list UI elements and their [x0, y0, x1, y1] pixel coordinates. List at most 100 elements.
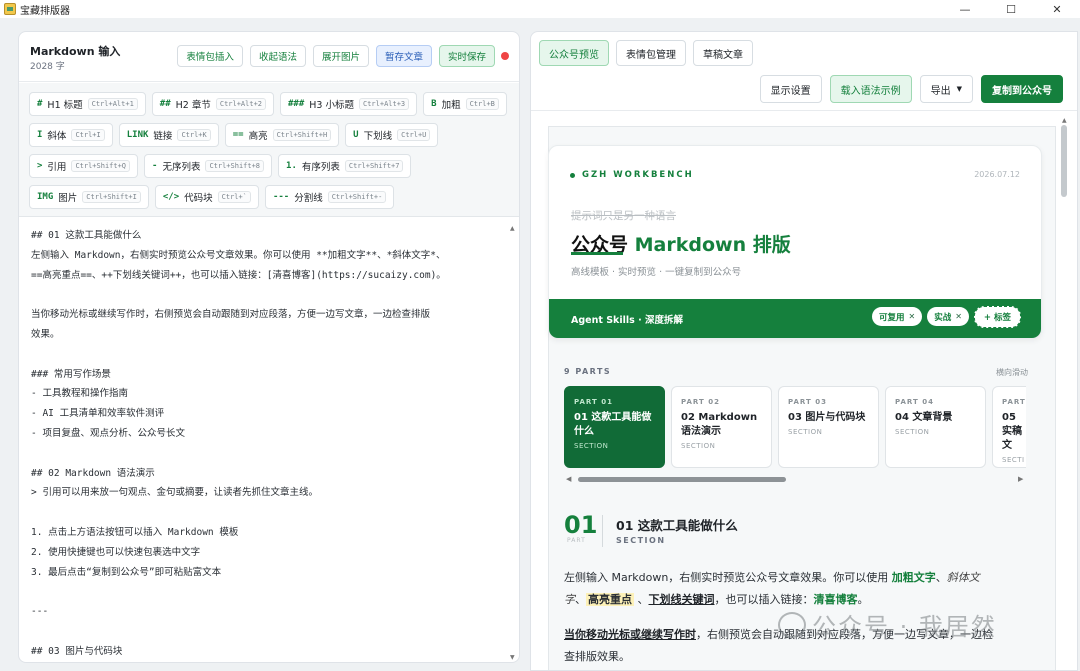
- editor-line: 效果。: [31, 328, 60, 340]
- syntax-h3-button[interactable]: ### H3 小标题 Ctrl+Alt+3: [280, 92, 418, 116]
- syntax-divider-button[interactable]: --- 分割线 Ctrl+Shift+-: [264, 185, 395, 209]
- part-title: 05 实稿文: [1002, 412, 1022, 451]
- part-number: PART 04: [895, 398, 934, 406]
- load-example-button[interactable]: 载入语法示例: [829, 75, 912, 103]
- display-settings-button[interactable]: 显示设置: [759, 75, 822, 103]
- preview-scrollbar-thumb[interactable]: [1061, 125, 1067, 197]
- part-card[interactable]: PART 05 实稿文 SECTI: [992, 386, 1026, 468]
- brand-dot: [570, 173, 575, 178]
- part-title: 04 文章背景: [895, 412, 953, 423]
- editor-line: 左侧输入 Markdown，右侧实时预览公众号文章效果。你可以使用 **加粗文字…: [31, 249, 446, 261]
- autosave-button[interactable]: 实时保存: [438, 45, 495, 67]
- shortcut-hint: Ctrl+B: [465, 98, 499, 110]
- syntax-codeblock-button[interactable]: </> 代码块 Ctrl+`: [154, 185, 259, 209]
- tab-wechat-preview[interactable]: 公众号预览: [539, 40, 609, 66]
- syntax-toolbar: # H1 标题 Ctrl+Alt+1 ## H2 章节 Ctrl+Alt+2 ### H3…: [19, 83, 519, 217]
- syntax-label: 加粗: [441, 100, 461, 111]
- syntax-image-button[interactable]: IMG 图片 Ctrl+Shift+I: [29, 185, 149, 209]
- parts-scrollbar-thumb[interactable]: [578, 477, 786, 482]
- parts-scroll-hint: 横向滑动: [996, 368, 1028, 377]
- syntax-quote-button[interactable]: > 引用 Ctrl+Shift+Q: [29, 154, 139, 178]
- remove-tag-icon[interactable]: ✕: [908, 312, 915, 321]
- syntax-h2-button[interactable]: ## H2 章节 Ctrl+Alt+2: [151, 92, 275, 116]
- shortcut-hint: Ctrl+Alt+1: [87, 98, 138, 110]
- part-card[interactable]: PART 01 01 这款工具能做什么 SECTION: [564, 386, 665, 468]
- italic-text-cont: 字: [564, 593, 575, 606]
- parts-count: 9 PARTS: [564, 367, 612, 376]
- text-run: 查排版效果。: [564, 650, 630, 663]
- syntax-highlight-button[interactable]: == 高亮 Ctrl+Shift+H: [224, 123, 340, 147]
- text-run: 、: [575, 593, 586, 606]
- tag-label: 可复用: [878, 312, 905, 323]
- syntax-label: 引用: [47, 162, 67, 173]
- add-tag-button[interactable]: + 标签: [973, 306, 1021, 328]
- close-button[interactable]: ✕: [1034, 0, 1080, 18]
- syntax-italic-button[interactable]: I 斜体 Ctrl+I: [29, 123, 113, 147]
- remove-tag-icon[interactable]: ✕: [955, 312, 962, 321]
- minimize-button[interactable]: —: [942, 0, 988, 18]
- editor-line: 当你移动光标或继续写作时，右侧预览会自动跟随到对应段落，方便一边写文章，一边检查…: [31, 309, 431, 321]
- part-section: SECTION: [788, 428, 823, 436]
- scroll-left-icon[interactable]: ◀: [566, 475, 571, 483]
- editor-line: 3. 最后点击“复制到公众号”即可粘贴富文本: [31, 566, 222, 578]
- text-run: 左侧输入 Markdown，右侧实时预览公众号文章效果。你可以使用: [564, 571, 892, 584]
- syntax-row: IMG 图片 Ctrl+Shift+I </> 代码块 Ctrl+` --- 分割线 Ctr…: [29, 185, 519, 209]
- part-number: PART 03: [788, 398, 827, 406]
- section-number: 01: [564, 511, 598, 539]
- tag-chip[interactable]: 实战 ✕: [927, 307, 969, 326]
- shortcut-hint: Ctrl+Shift+8: [205, 160, 265, 172]
- maximize-button[interactable]: ☐: [988, 0, 1034, 18]
- syntax-md-mark: I: [37, 130, 43, 140]
- blog-link[interactable]: 清喜博客: [814, 593, 858, 606]
- part-card[interactable]: PART 04 04 文章背景 SECTION: [885, 386, 986, 468]
- bold-text: 加粗文字: [891, 571, 936, 584]
- export-dropdown[interactable]: 导出 ▼: [919, 75, 973, 103]
- part-card[interactable]: PART 03 03 图片与代码块 SECTION: [778, 386, 879, 468]
- stash-article-button[interactable]: 暂存文章: [375, 45, 432, 67]
- shortcut-hint: Ctrl+Shift+H: [272, 129, 332, 141]
- shortcut-hint: Ctrl+Alt+2: [215, 98, 267, 110]
- tag-chip[interactable]: 可复用 ✕: [871, 307, 923, 326]
- syntax-md-mark: #: [37, 99, 43, 109]
- insert-emoji-button[interactable]: 表情包插入: [177, 45, 243, 67]
- syntax-bold-button[interactable]: B 加粗 Ctrl+B: [423, 92, 507, 116]
- input-title: Markdown 输入: [30, 45, 121, 58]
- syntax-md-mark: >: [37, 161, 43, 171]
- tab-emoji-manager[interactable]: 表情包管理: [616, 40, 686, 66]
- part-number: PART: [1002, 398, 1026, 406]
- scroll-down-icon[interactable]: ▼: [510, 654, 515, 661]
- input-header: Markdown 输入 2028 字 表情包插入 收起语法 展开图片 暂存文章 …: [19, 32, 519, 82]
- expand-images-button[interactable]: 展开图片: [312, 45, 369, 67]
- editor-line: ---: [31, 606, 49, 618]
- scroll-up-icon[interactable]: ▲: [510, 225, 515, 232]
- part-title: 02 Markdown 语法演示: [681, 412, 758, 437]
- copy-to-wechat-button[interactable]: 复制到公众号: [981, 75, 1063, 103]
- tab-draft-articles[interactable]: 草稿文章: [693, 40, 753, 66]
- scroll-up-icon[interactable]: ▲: [1062, 117, 1067, 124]
- part-card[interactable]: PART 02 02 Markdown 语法演示 SECTION: [671, 386, 772, 468]
- syntax-md-mark: ###: [288, 99, 305, 109]
- syntax-label: 无序列表: [162, 162, 201, 173]
- syntax-md-mark: ---: [272, 192, 290, 202]
- cover-band-text: Agent Skills · 深度拆解: [571, 315, 684, 326]
- editor-line: - 项目复盘、观点分析、公众号长文: [31, 427, 185, 439]
- preview-toolbar: 显示设置 载入语法示例 导出 ▼ 复制到公众号: [759, 75, 1063, 103]
- syntax-label: 图片: [58, 193, 78, 204]
- syntax-link-button[interactable]: LINK 链接 Ctrl+K: [118, 123, 219, 147]
- syntax-row: > 引用 Ctrl+Shift+Q - 无序列表 Ctrl+Shift+8 1. 有序列表…: [29, 154, 519, 178]
- syntax-underline-button[interactable]: U 下划线 Ctrl+U: [345, 123, 439, 147]
- scroll-right-icon[interactable]: ▶: [1018, 475, 1023, 483]
- syntax-unordered-list-button[interactable]: - 无序列表 Ctrl+Shift+8: [144, 154, 273, 178]
- syntax-md-mark: 1.: [286, 161, 297, 171]
- syntax-ordered-list-button[interactable]: 1. 有序列表 Ctrl+Shift+7: [278, 154, 412, 178]
- word-count: 2028 字: [30, 62, 65, 72]
- syntax-label: 下划线: [363, 131, 393, 142]
- collapse-syntax-button[interactable]: 收起语法: [249, 45, 306, 67]
- markdown-editor[interactable]: ## 01 这款工具能做什么 左侧输入 Markdown，右侧实时预览公众号文章…: [19, 218, 519, 662]
- syntax-h1-button[interactable]: # H1 标题 Ctrl+Alt+1: [29, 92, 146, 116]
- syntax-md-mark: ==: [232, 130, 244, 140]
